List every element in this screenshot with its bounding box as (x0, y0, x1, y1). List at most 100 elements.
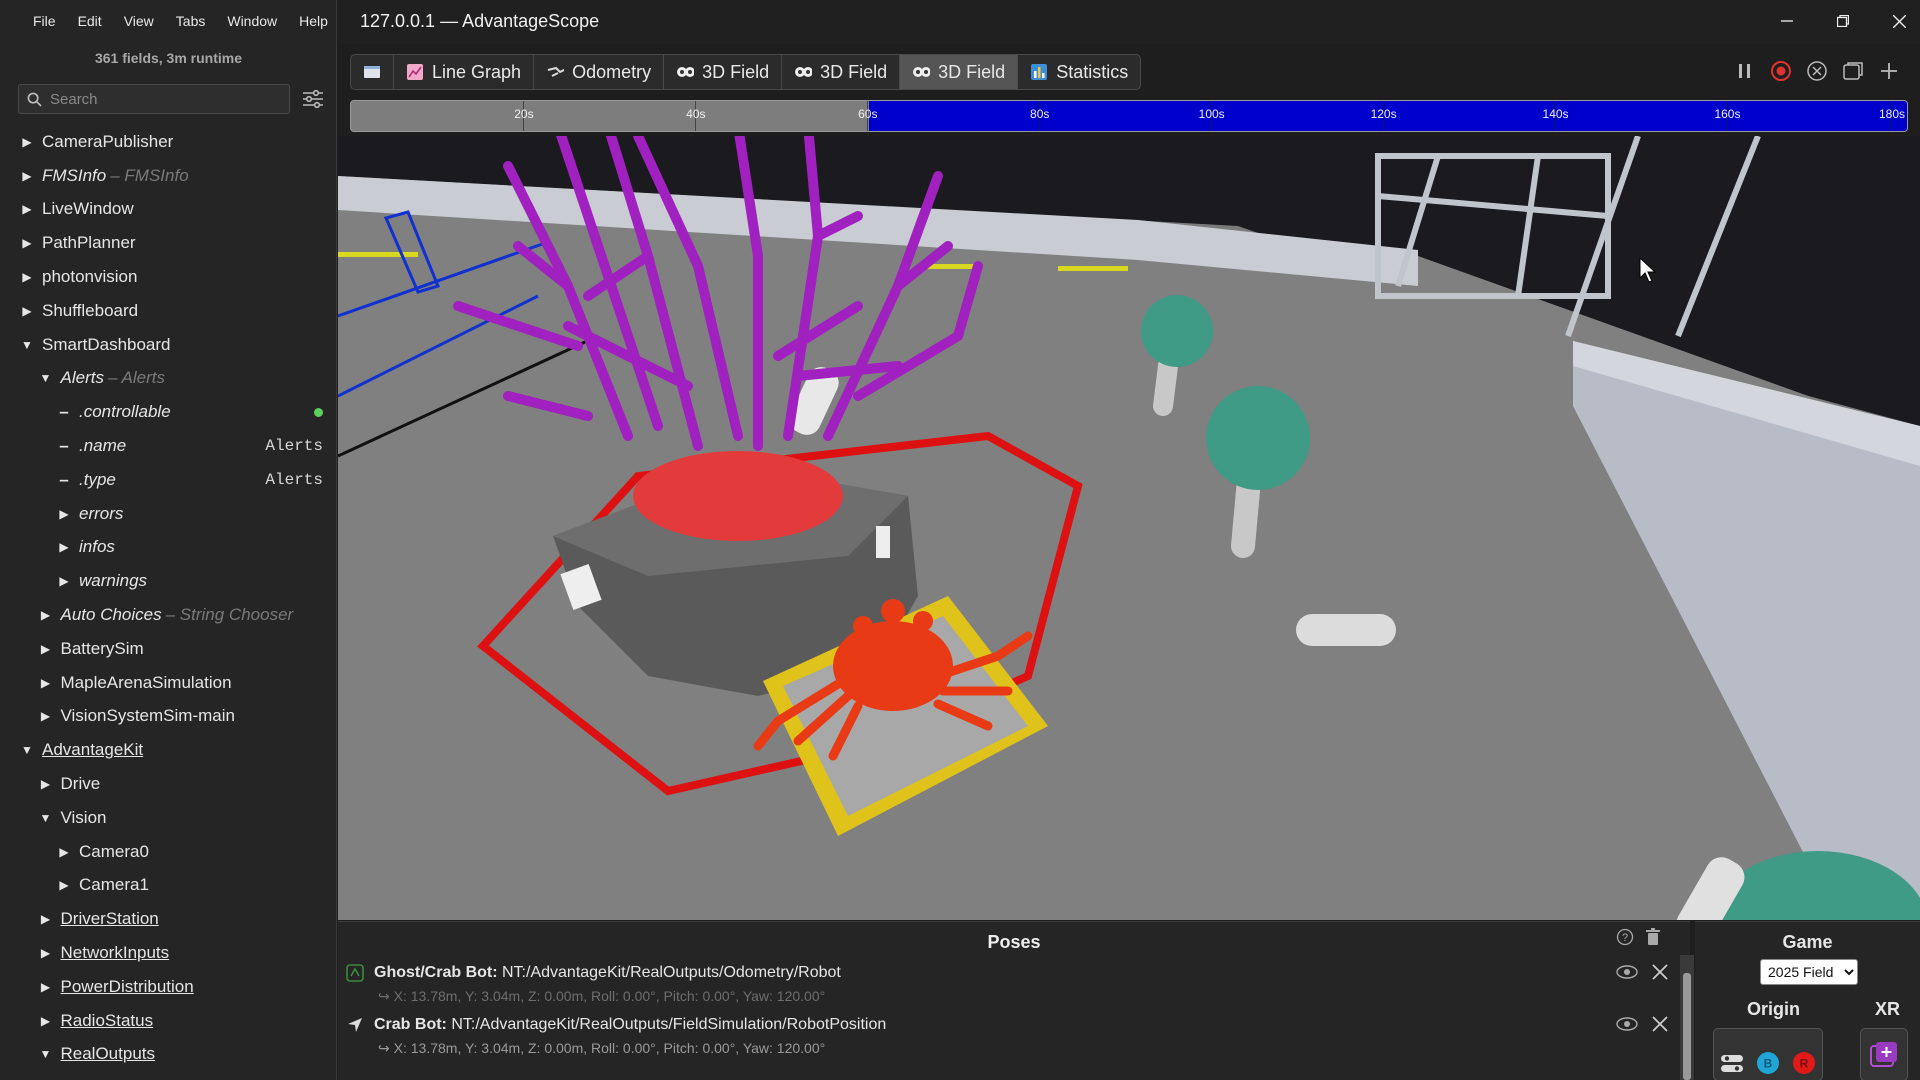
remove-pose-icon[interactable] (1652, 1016, 1668, 1032)
help-icon[interactable]: ? (1616, 928, 1634, 946)
leaf-dash-icon[interactable]: – (57, 470, 71, 490)
tree-item[interactable]: ▶ CameraPublisher (0, 125, 337, 159)
expanded-triangle-icon[interactable]: ▼ (20, 338, 34, 352)
leaf-dash-icon[interactable]: – (57, 402, 71, 422)
tab-line-graph[interactable]: Line Graph (394, 55, 535, 89)
tree-item[interactable]: ▶ PathPlanner (0, 226, 337, 260)
tree-item[interactable]: ▶ warnings (0, 564, 337, 598)
popout-button[interactable] (1842, 60, 1864, 82)
xr-button[interactable] (1860, 1028, 1908, 1080)
scrollbar-thumb[interactable] (1683, 973, 1691, 1080)
tree-item[interactable]: ▶ Camera0 (0, 835, 337, 869)
tab-odometry[interactable]: Odometry (534, 55, 665, 89)
tree-item[interactable]: ▶ infos (0, 531, 337, 565)
expanded-triangle-icon[interactable]: ▼ (39, 371, 53, 385)
collapsed-triangle-icon[interactable]: ▶ (39, 642, 53, 656)
collapsed-triangle-icon[interactable]: ▶ (20, 169, 34, 183)
tree-item[interactable]: ▶ errors (0, 497, 337, 531)
collapsed-triangle-icon[interactable]: ▶ (20, 236, 34, 250)
origin-blue-icon[interactable]: B (1755, 1050, 1781, 1076)
collapsed-triangle-icon[interactable]: ▶ (20, 304, 34, 318)
collapsed-triangle-icon[interactable]: ▶ (57, 574, 71, 588)
tab-3d-field[interactable]: 3D Field (900, 55, 1019, 89)
collapsed-triangle-icon[interactable]: ▶ (39, 912, 53, 926)
menu-window[interactable]: Window (216, 10, 288, 32)
menu-view[interactable]: View (113, 10, 165, 32)
poses-scrollbar[interactable] (1680, 955, 1694, 1080)
tree-item[interactable]: ▶ NetworkInputs (0, 936, 337, 970)
tree-item[interactable]: ▶ photonvision (0, 260, 337, 294)
tab-document[interactable] (351, 55, 394, 89)
tree-item[interactable]: ▶ DriverStation (0, 902, 337, 936)
tree-item[interactable]: – .type Alerts (0, 463, 337, 497)
pose-item-crab[interactable]: Crab Bot: NT:/AdvantageKit/RealOutputs/F… (346, 1016, 1676, 1057)
origin-red-icon[interactable]: R (1791, 1050, 1817, 1076)
add-tab-button[interactable] (1878, 60, 1900, 82)
tree-item[interactable]: ▶ PowerDistribution (0, 970, 337, 1004)
tree-item[interactable]: ▶ FMSInfo – FMSInfo (0, 159, 337, 193)
tree-item[interactable]: – .name Alerts (0, 429, 337, 463)
eye-icon[interactable] (1616, 1016, 1638, 1032)
collapsed-triangle-icon[interactable]: ▶ (20, 270, 34, 284)
tree-item[interactable]: ▶ Shuffleboard (0, 294, 337, 328)
statistics-icon (1030, 63, 1048, 81)
restore-button[interactable] (1828, 8, 1858, 34)
collapsed-triangle-icon[interactable]: ▶ (39, 980, 53, 994)
tree-item-label: infos (79, 537, 115, 557)
collapsed-triangle-icon[interactable]: ▶ (39, 709, 53, 723)
record-button[interactable] (1770, 60, 1792, 82)
close-window-button[interactable] (1884, 8, 1914, 34)
tree-item[interactable]: ▶ Auto Choices – String Chooser (0, 598, 337, 632)
collapsed-triangle-icon[interactable]: ▶ (39, 946, 53, 960)
tree-item[interactable]: ▶ RadioStatus (0, 1004, 337, 1038)
tree-item[interactable]: – .controllable (0, 395, 337, 429)
filter-options-icon[interactable] (302, 88, 324, 110)
tree-item[interactable]: ▼ Alerts – Alerts (0, 362, 337, 396)
expanded-triangle-icon[interactable]: ▼ (20, 743, 34, 757)
pose-item-ghost[interactable]: Ghost/Crab Bot: NT:/AdvantageKit/RealOut… (346, 964, 1676, 1005)
tree-item[interactable]: ▶ Camera1 (0, 869, 337, 903)
close-tab-button[interactable] (1806, 60, 1828, 82)
collapsed-triangle-icon[interactable]: ▶ (57, 878, 71, 892)
search-input[interactable] (50, 90, 270, 108)
collapsed-triangle-icon[interactable]: ▶ (39, 777, 53, 791)
menu-file[interactable]: File (22, 10, 67, 32)
pose-actions (1616, 964, 1668, 980)
tab-statistics[interactable]: Statistics (1018, 55, 1140, 89)
collapsed-triangle-icon[interactable]: ▶ (20, 135, 34, 149)
search-box[interactable] (18, 84, 290, 114)
leaf-dash-icon[interactable]: – (57, 436, 71, 456)
timeline-bar[interactable]: 20s 40s 60s 80s 100s 120s 140s 160s 180s (350, 100, 1908, 132)
trash-icon[interactable] (1644, 928, 1662, 946)
collapsed-triangle-icon[interactable]: ▶ (39, 1014, 53, 1028)
tree-item[interactable]: ▶ VisionSystemSim-main (0, 700, 337, 734)
collapsed-triangle-icon[interactable]: ▶ (57, 845, 71, 859)
tab-3d-field[interactable]: 3D Field (664, 55, 783, 89)
tree-item[interactable]: ▶ LiveWindow (0, 193, 337, 227)
menu-edit[interactable]: Edit (67, 10, 113, 32)
3d-field-viewport[interactable] (338, 136, 1920, 920)
collapsed-triangle-icon[interactable]: ▶ (20, 202, 34, 216)
menu-tabs[interactable]: Tabs (165, 10, 217, 32)
collapsed-triangle-icon[interactable]: ▶ (39, 676, 53, 690)
collapsed-triangle-icon[interactable]: ▶ (57, 507, 71, 521)
tree-item[interactable]: ▼ SmartDashboard (0, 328, 337, 362)
remove-pose-icon[interactable] (1652, 964, 1668, 980)
pause-button[interactable] (1734, 60, 1756, 82)
menu-help[interactable]: Help (288, 10, 339, 32)
tab-3d-field[interactable]: 3D Field (782, 55, 901, 89)
tree-item[interactable]: ▼ AdvantageKit (0, 733, 337, 767)
tree-item[interactable]: ▼ RealOutputs (0, 1038, 337, 1072)
expanded-triangle-icon[interactable]: ▼ (39, 811, 53, 825)
tree-item[interactable]: ▶ Drive (0, 767, 337, 801)
tree-item[interactable]: ▼ Vision (0, 801, 337, 835)
game-select[interactable]: 2025 Field (1760, 959, 1858, 985)
collapsed-triangle-icon[interactable]: ▶ (57, 540, 71, 554)
collapsed-triangle-icon[interactable]: ▶ (39, 608, 53, 622)
minimize-button[interactable] (1772, 8, 1802, 34)
tree-item[interactable]: ▶ BatterySim (0, 632, 337, 666)
expanded-triangle-icon[interactable]: ▼ (39, 1047, 53, 1061)
eye-icon[interactable] (1616, 964, 1638, 980)
origin-auto-icon[interactable] (1719, 1050, 1745, 1076)
tree-item[interactable]: ▶ MapleArenaSimulation (0, 666, 337, 700)
